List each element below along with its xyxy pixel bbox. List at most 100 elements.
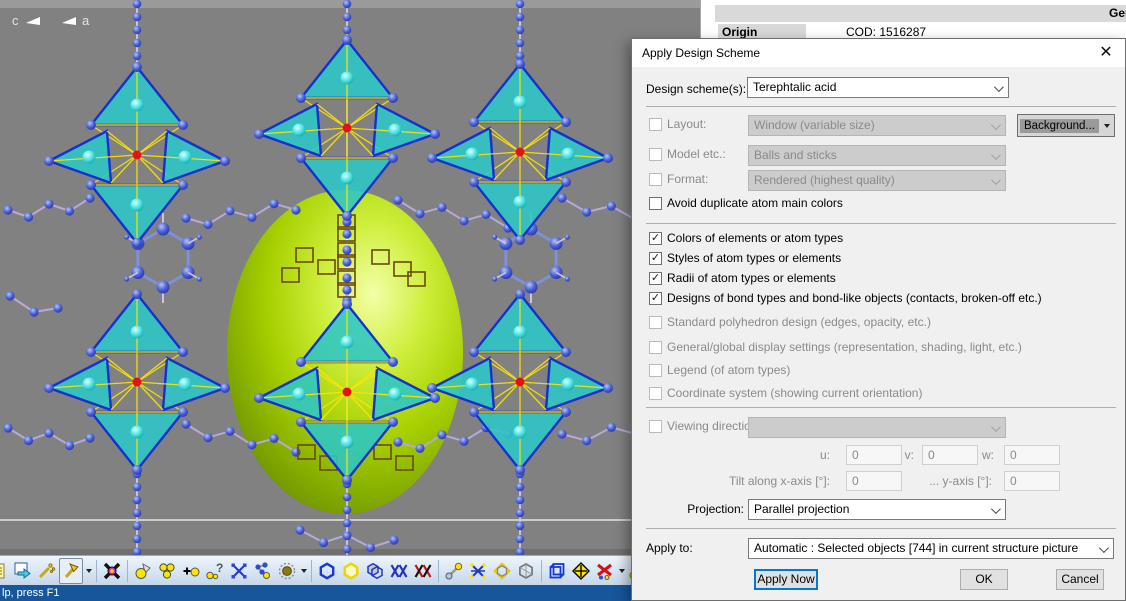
dialog-title: Apply Design Scheme — [642, 46, 760, 60]
option-label: Colors of elements or atom types — [667, 231, 843, 245]
separator — [646, 528, 1116, 529]
tilt-y-field: 0 — [1004, 471, 1060, 491]
svg-text:c: c — [12, 13, 19, 28]
tilt-x-label: Tilt along x-axis [°]: — [646, 474, 830, 488]
design-scheme-label: Design scheme(s): — [646, 82, 746, 96]
svg-text:a: a — [82, 13, 90, 28]
apply-design-scheme-dialog: Apply Design Scheme ✕ Design scheme(s): … — [631, 38, 1126, 601]
v-label: v: — [896, 448, 914, 462]
close-icon[interactable]: ✕ — [1095, 42, 1117, 64]
option-checkbox-5: General/global display settings (represe… — [649, 341, 1022, 354]
polyhedron-icon[interactable] — [515, 559, 537, 583]
cancel-button[interactable]: Cancel — [1056, 569, 1104, 590]
option-label: Coordinate system (showing current orien… — [667, 386, 922, 400]
layout-select: Window (variable size) — [748, 115, 1006, 136]
checkbox-icon[interactable]: ✓ — [649, 232, 662, 245]
w-label: w: — [974, 448, 994, 462]
apply-now-button[interactable]: Apply Now — [754, 569, 818, 590]
layout-checkbox: Layout: — [649, 118, 706, 131]
orientation-icon[interactable] — [570, 559, 592, 583]
design-scheme-select[interactable]: Terephtalic acid — [747, 77, 1009, 98]
option-checkbox-2[interactable]: ✓ Radii of atom types or elements — [649, 272, 836, 285]
pattern-expand-icon[interactable] — [388, 559, 410, 583]
bond-icon[interactable] — [443, 559, 465, 583]
status-text: lp, press F1 — [2, 587, 59, 599]
option-checkbox-7: Coordinate system (showing current orien… — [649, 387, 922, 400]
toolbar-separator — [127, 560, 128, 582]
checkbox-icon — [649, 387, 662, 400]
delete-selection-icon-dropdown[interactable] — [617, 559, 626, 583]
add-atoms-icon[interactable] — [156, 559, 178, 583]
coordination-sphere-icon[interactable] — [276, 559, 298, 583]
unit-cell-icon[interactable] — [546, 559, 568, 583]
svg-text:?: ? — [216, 561, 223, 575]
viewing-direction-select — [748, 417, 1006, 438]
ring-blue-icon[interactable] — [316, 559, 338, 583]
packing-icon[interactable] — [364, 559, 386, 583]
model-checkbox: Model etc.: — [649, 148, 726, 161]
apply-to-label: Apply to: — [646, 541, 693, 555]
connect-atoms-icon[interactable] — [228, 559, 250, 583]
properties-header-bar: Gen — [715, 5, 1126, 22]
option-checkbox-3[interactable]: ✓ Designs of bond types and bond-like obj… — [649, 292, 1042, 305]
structure-viewer[interactable]: c a — [0, 0, 700, 555]
option-label: Legend (of atom types) — [667, 363, 790, 377]
projection-select[interactable]: Parallel projection — [748, 499, 1006, 520]
option-checkbox-4: Standard polyhedron design (edges, opaci… — [649, 316, 931, 329]
pattern-reduce-icon[interactable] — [412, 559, 434, 583]
background-button[interactable]: Background... — [1017, 114, 1115, 137]
checkbox-icon[interactable]: ✓ — [649, 272, 662, 285]
delete-selection-icon[interactable] — [594, 559, 616, 583]
export-picture-icon[interactable] — [11, 559, 33, 583]
toolbar-separator — [438, 560, 439, 582]
option-checkbox-1[interactable]: ✓ Styles of atom types or elements — [649, 252, 841, 265]
tilt-x-field: 0 — [846, 471, 902, 491]
tilt-y-label: ... y-axis [°]: — [904, 474, 992, 488]
apply-to-select[interactable]: Automatic : Selected objects [744] in cu… — [748, 538, 1114, 559]
separator — [646, 407, 1116, 408]
picture-list-icon[interactable] — [0, 559, 9, 583]
checkbox-icon[interactable]: ✓ — [649, 252, 662, 265]
build-tool-icon-dropdown[interactable] — [84, 559, 93, 583]
origin-row-value: COD: 1516287 — [846, 25, 926, 39]
ok-button[interactable]: OK — [960, 569, 1008, 590]
u-field: 0 — [846, 445, 902, 465]
fragment-icon[interactable] — [252, 559, 274, 583]
option-label: General/global display settings (represe… — [667, 340, 1022, 354]
option-label: Designs of bond types and bond-like obje… — [667, 291, 1042, 305]
viewing-direction-checkbox: Viewing direction: — [649, 420, 761, 433]
checkbox-icon — [649, 316, 662, 329]
checkbox-icon — [649, 364, 662, 377]
ring-yellow-icon[interactable] — [340, 559, 362, 583]
checkbox-icon — [649, 341, 662, 354]
properties-header-label: Gen — [1109, 6, 1126, 20]
format-select: Rendered (highest quality) — [748, 170, 1006, 191]
toolbar-separator — [541, 560, 542, 582]
v-field: 0 — [922, 445, 978, 465]
contacts-icon[interactable] — [467, 559, 489, 583]
add-atom-icon[interactable] — [180, 559, 202, 583]
destroy-atom-icon[interactable] — [101, 559, 123, 583]
option-checkbox-0[interactable]: ✓ Colors of elements or atom types — [649, 232, 843, 245]
projection-label: Projection: — [648, 502, 744, 516]
checkbox-icon[interactable]: ✓ — [649, 292, 662, 305]
design-wizard-icon[interactable] — [35, 559, 57, 583]
dialog-title-bar[interactable]: Apply Design Scheme ✕ — [632, 39, 1125, 67]
bottom-toolbar: ?Fe — [0, 555, 631, 586]
build-tool-icon[interactable] — [59, 558, 83, 584]
avoid-duplicate-checkbox[interactable]: Avoid duplicate atom main colors — [649, 197, 843, 210]
w-field: 0 — [1004, 445, 1060, 465]
model-select: Balls and sticks — [748, 145, 1006, 166]
fill-atom-design-icon[interactable] — [132, 559, 154, 583]
toolbar-separator — [311, 560, 312, 582]
polyhedron-add-icon[interactable] — [491, 559, 513, 583]
option-label: Standard polyhedron design (edges, opaci… — [667, 315, 931, 329]
separator — [646, 106, 1116, 107]
status-bar: lp, press F1 — [0, 585, 631, 601]
option-label: Radii of atom types or elements — [667, 271, 836, 285]
u-label: u: — [812, 448, 830, 462]
guess-bonds-icon[interactable]: ? — [204, 559, 226, 583]
background-dropdown-icon[interactable] — [1100, 124, 1114, 128]
option-label: Styles of atom types or elements — [667, 251, 841, 265]
coordination-sphere-icon-dropdown[interactable] — [299, 559, 308, 583]
